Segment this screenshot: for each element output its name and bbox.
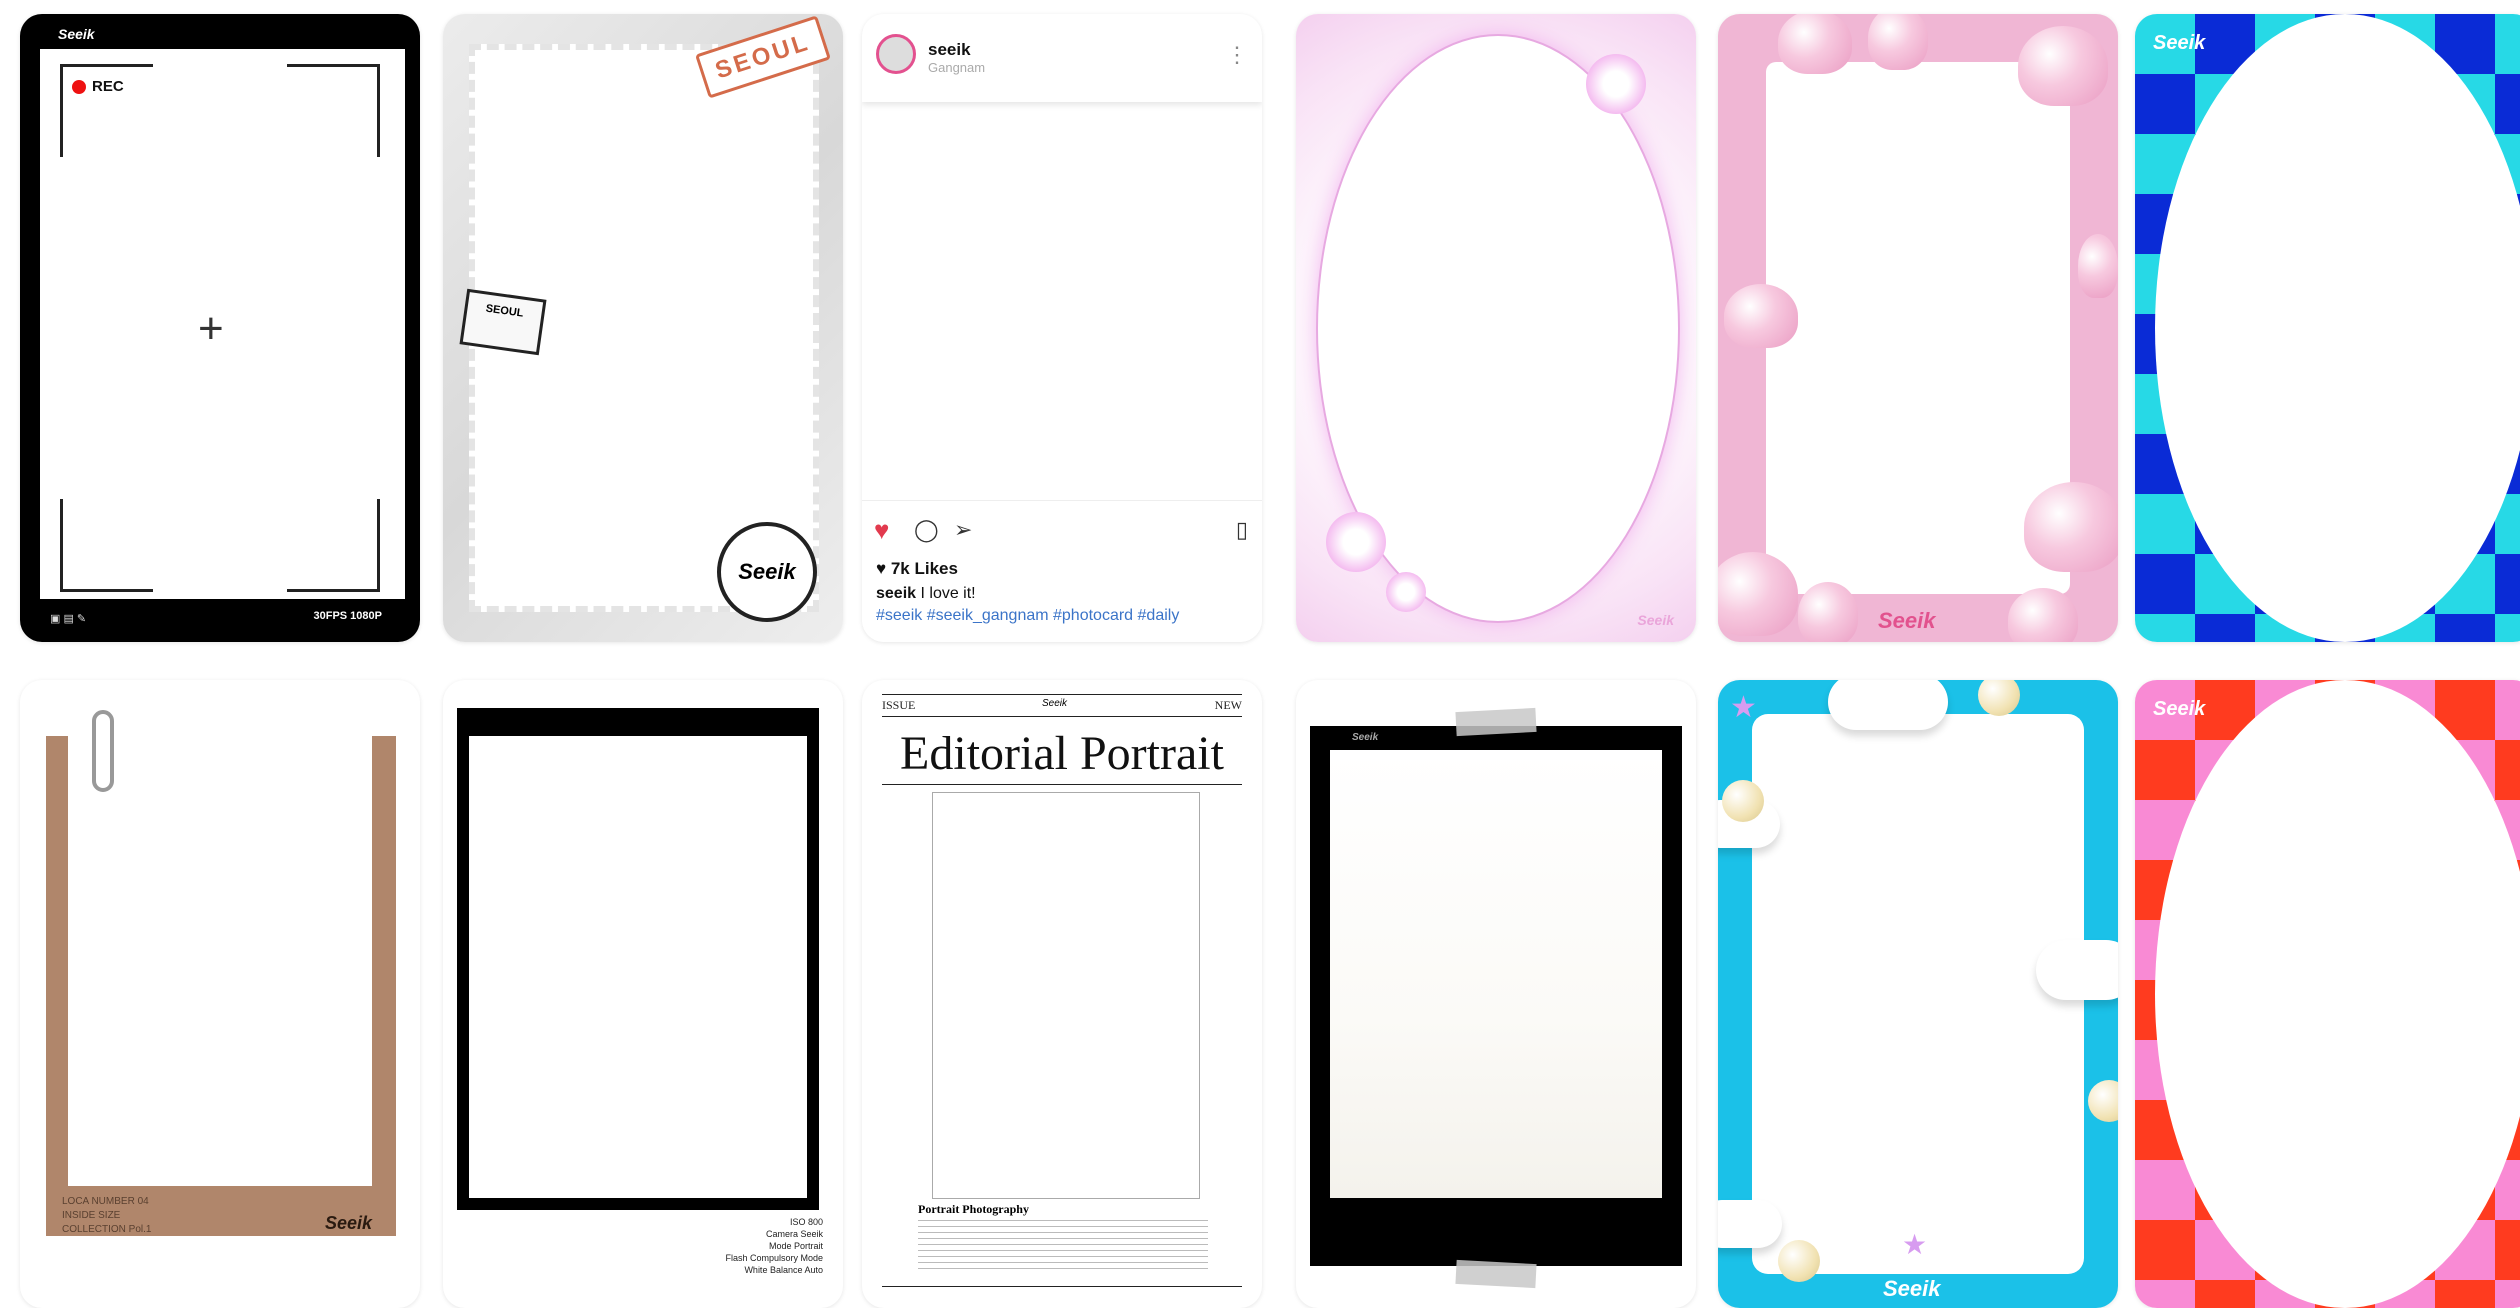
cloud-icon <box>2036 940 2118 1000</box>
camera-icons: ▣ ▤ ✎ <box>50 613 87 625</box>
brand-logo: Seeik <box>2153 698 2206 720</box>
more-icon: ⋮ <box>1226 42 1248 67</box>
kraft-line: INSIDE SIZE <box>62 1210 121 1221</box>
brand-logo: Seeik <box>324 1213 372 1233</box>
heart-icon: ♥ <box>874 515 890 545</box>
camera-readout: 30FPS 1080P <box>313 610 383 622</box>
tape <box>1455 707 1537 737</box>
ticket-stamp: SEOUL <box>459 288 547 356</box>
ed-new: NEW <box>1214 698 1242 712</box>
crosshair-icon: + <box>198 304 224 353</box>
oval-photo-area <box>2155 14 2520 642</box>
kraft-line: LOCA NUMBER 04 <box>62 1196 149 1207</box>
meta-line: White Balance Auto <box>744 1265 823 1275</box>
ig-location: Gangnam <box>928 60 986 75</box>
kraft-line: COLLECTION Pol.1 <box>62 1224 152 1235</box>
frame-card-pink-oval[interactable]: Seeik <box>1296 14 1696 642</box>
frame-card-editorial[interactable]: ISSUE Seeik NEW Editorial Portrait Portr… <box>862 680 1262 1308</box>
glow-heart-icon <box>1326 512 1386 572</box>
rule <box>882 1286 1242 1287</box>
frame-card-pink-hearts[interactable]: Seeik <box>1718 14 2118 642</box>
article-body <box>918 1220 1208 1270</box>
avatar <box>876 34 916 74</box>
bookmark-icon: ▯ <box>1235 517 1248 542</box>
ball-icon <box>2088 1080 2118 1122</box>
frame-card-camera[interactable]: Seeik REC + ▣ ▤ ✎ 30FPS 1080P <box>20 14 420 642</box>
masthead: Editorial Portrait <box>900 727 1224 780</box>
meta-line: Flash Compulsory Mode <box>725 1253 823 1263</box>
signature: Seeik <box>1883 1276 1941 1301</box>
photo-area <box>932 792 1200 1199</box>
heart-icon <box>2024 482 2118 572</box>
ig-caption: seeik I love it! <box>876 585 976 603</box>
photo-area <box>1752 714 2084 1274</box>
cloud-icon <box>1718 1200 1782 1248</box>
meta-line: ISO 800 <box>789 1217 823 1227</box>
signature: Seeik <box>1878 608 1936 633</box>
brand-logo: Seeik <box>58 26 95 42</box>
heart-icon <box>2008 588 2078 642</box>
heart-icon <box>1778 14 1852 74</box>
ig-caption-user: seeik <box>876 585 917 602</box>
corner-bottom-left <box>60 499 153 592</box>
glow-heart-icon <box>1386 572 1426 612</box>
ed-issue: ISSUE <box>882 698 916 712</box>
rule <box>882 716 1242 717</box>
corner-bottom-right <box>287 499 380 592</box>
star-icon: ★ <box>1730 691 1757 724</box>
frame-card-polaroid[interactable]: Seeik <box>1296 680 1696 1308</box>
frame-card-kraft[interactable]: LOCA NUMBER 04 INSIDE SIZE COLLECTION Po… <box>20 680 420 1308</box>
heart-icon <box>2078 234 2118 298</box>
heart-icon <box>1798 582 1858 642</box>
brand-logo: Seeik <box>2153 32 2206 54</box>
frame-card-film[interactable]: ISO 800 Camera Seeik Mode Portrait Flash… <box>443 680 843 1308</box>
frame-card-red-checker[interactable]: Seeik <box>2135 680 2520 1308</box>
frame-card-instagram[interactable]: seeik Gangnam ⋮ ♥ ◯ ➢ ▯ ♥ 7k Likes seeik… <box>862 14 1262 642</box>
ig-footer: ♥ ◯ ➢ ▯ ♥ 7k Likes seeik I love it! #see… <box>862 500 1262 642</box>
cloud-icon <box>1828 680 1948 730</box>
oval-photo-area <box>2155 680 2520 1308</box>
star-icon: ★ <box>1902 1229 1928 1260</box>
photo-area <box>1766 62 2070 594</box>
frame-card-blue-checker[interactable]: Seeik <box>2135 14 2520 642</box>
heart-icon <box>2018 26 2108 106</box>
heart-icon <box>1724 284 1798 348</box>
ig-likes-text: 7k Likes <box>890 559 958 578</box>
article-heading: Portrait Photography <box>918 1202 1029 1216</box>
ball-icon <box>1778 1240 1820 1282</box>
ball-icon <box>1978 680 2020 716</box>
frame-card-stamp[interactable]: SEOUL SEOUL Seeik <box>443 14 843 642</box>
meta-line: Camera Seeik <box>765 1229 823 1239</box>
rule <box>882 784 1242 785</box>
heart-icon <box>1718 552 1798 636</box>
rule <box>882 694 1242 695</box>
meta-line: Mode Portrait <box>768 1241 823 1251</box>
ball-icon <box>1722 780 1764 822</box>
photo-area <box>68 736 372 1186</box>
corner-top-right <box>287 64 380 157</box>
ig-hashtags: #seeik #seeik_gangnam #photocard #daily <box>876 607 1180 624</box>
tape <box>1455 1259 1537 1289</box>
kraft-info: LOCA NUMBER 04 INSIDE SIZE COLLECTION Po… <box>62 1195 151 1237</box>
corner-top-left <box>60 64 153 157</box>
ig-username: seeik <box>928 40 971 59</box>
signature: Seeik <box>1637 612 1674 628</box>
photo-area <box>1330 750 1662 1198</box>
paperclip-icon <box>92 710 114 792</box>
ig-caption-text: I love it! <box>916 585 976 602</box>
ed-brand: Seeik <box>1042 698 1068 709</box>
film-metadata: ISO 800 Camera Seeik Mode Portrait Flash… <box>725 1216 823 1276</box>
brand-logo: Seeik <box>1352 732 1379 743</box>
glow-heart-icon <box>1586 54 1646 114</box>
ig-header: seeik Gangnam ⋮ <box>862 14 1262 102</box>
frame-card-cloud[interactable]: ★ ★ Seeik <box>1718 680 2118 1308</box>
ig-likes: ♥ 7k Likes <box>876 559 958 578</box>
film-photo-area <box>457 724 819 1210</box>
round-seal: Seeik <box>717 522 817 622</box>
share-icon: ➢ <box>954 517 973 542</box>
comment-icon: ◯ <box>914 517 939 542</box>
heart-icon <box>1868 14 1928 70</box>
